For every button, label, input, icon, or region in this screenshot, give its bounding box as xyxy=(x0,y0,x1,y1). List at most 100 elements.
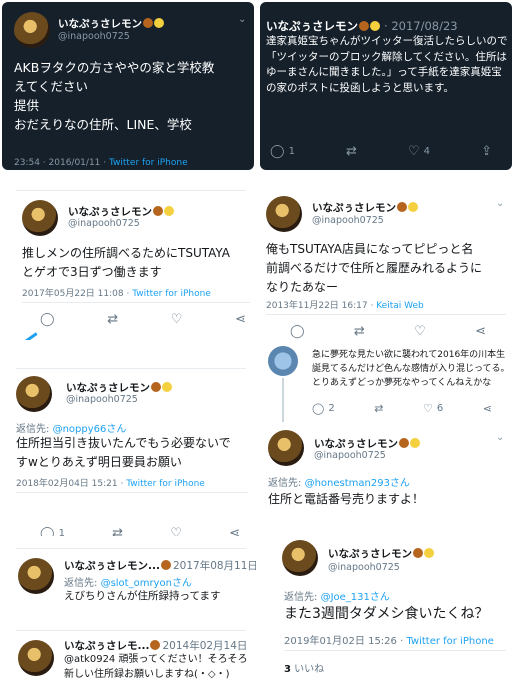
like-button[interactable]: ♡ xyxy=(170,526,182,536)
avatar[interactable] xyxy=(14,12,50,48)
chevron-down-icon[interactable]: ⌄ xyxy=(496,198,504,209)
reply-button[interactable]: ◯ 1 xyxy=(40,526,65,536)
action-bar: ◯ 1 ⇄ ♡ 4 ⇪ xyxy=(270,144,492,159)
share-icon: ⋖ xyxy=(235,312,246,327)
display-name[interactable]: いなぷぅさレモン xyxy=(314,436,420,451)
tweet-text: また3週間タダメシ食いたくね？ xyxy=(284,606,489,622)
retweet-button[interactable]: ⇄ xyxy=(107,312,118,327)
tweet-card-4: いなぷぅさレモン @inapooh0725 ⌄ 俺もTSUTAYA店員になってピ… xyxy=(260,186,512,346)
avatar[interactable] xyxy=(18,558,54,594)
bear-emoji-icon xyxy=(359,21,369,31)
tweet-card-5: 急に夢死な見たい欲に襲われて2016年の川本生 誕見てるんだけど色んな感情が入り… xyxy=(260,346,512,422)
user-handle[interactable]: @inapooh0725 xyxy=(66,394,138,405)
display-name[interactable]: いなぷぅさレモン xyxy=(312,200,418,215)
heart-icon: ♡ xyxy=(414,324,426,339)
tweet-card-2: いなぷぅさレモン · 2017/08/23 達家真姫宝ちゃんがツイッター復活した… xyxy=(260,2,512,170)
divider xyxy=(22,302,250,303)
client-link[interactable]: Twitter for iPhone xyxy=(109,158,188,168)
avatar[interactable] xyxy=(266,196,302,232)
client-link[interactable]: Twitter for iPhone xyxy=(406,636,493,647)
display-name[interactable]: いなぷぅさレモン xyxy=(58,16,164,31)
reply-handle-link[interactable]: @Joe_131さん xyxy=(321,592,390,603)
heart-icon: ♡ xyxy=(170,526,182,536)
tweet-text: 達家真姫宝ちゃんがツイッター復活したらしいので 「ツイッターのブロック解除してく… xyxy=(266,35,508,94)
reply-to: 返信先: @Joe_131さん xyxy=(284,592,390,603)
like-button[interactable]: ♡ xyxy=(414,324,426,339)
share-button[interactable]: ⇪ xyxy=(481,144,492,159)
display-name[interactable]: いなぷぅさレモン xyxy=(68,204,174,219)
share-icon: ⇪ xyxy=(481,144,492,159)
like-count[interactable]: 3 いいね xyxy=(284,660,324,675)
lemon-emoji-icon xyxy=(370,21,380,31)
bear-emoji-icon xyxy=(399,438,409,448)
user-handle[interactable]: @inapooh0725 xyxy=(68,218,140,229)
tweet-timestamp: 23:54 · 2016/01/11 · Twitter for iPhone xyxy=(14,158,188,168)
avatar[interactable] xyxy=(16,376,52,412)
retweet-button[interactable]: ⇄ xyxy=(374,402,383,415)
tweet-timestamp: 2018年02月04日 15:21 · Twitter for iPhone xyxy=(16,479,205,489)
retweet-button[interactable]: ⇄ xyxy=(354,324,365,339)
retweet-button[interactable]: ⇄ xyxy=(346,144,357,159)
lemon-emoji-icon xyxy=(154,18,164,28)
share-button[interactable]: ⋖ xyxy=(229,526,240,536)
retweet-button[interactable]: ⇄ xyxy=(112,526,123,536)
avatar[interactable] xyxy=(268,430,304,466)
bear-emoji-icon xyxy=(160,560,171,570)
chevron-down-icon[interactable]: ⌄ xyxy=(238,14,246,25)
reply-icon: ◯ xyxy=(40,526,55,536)
like-button[interactable]: ♡ 4 xyxy=(408,144,430,159)
tweet-date: · 2017/08/23 xyxy=(384,19,458,33)
chevron-down-icon[interactable]: ⌄ xyxy=(496,432,504,443)
reply-button[interactable]: ◯ xyxy=(40,312,55,327)
display-name[interactable]: いなぷぅさレモン xyxy=(328,546,434,561)
share-button[interactable]: ⋖ xyxy=(235,312,246,327)
heart-icon: ♡ xyxy=(422,402,433,415)
like-button[interactable]: ♡ 6 xyxy=(423,402,443,415)
tweet-timestamp: 2019年01月02日 15:26 · Twitter for iPhone xyxy=(284,636,494,647)
user-handle[interactable]: @inapooh0725 xyxy=(58,31,130,42)
reply-icon: ◯ xyxy=(312,402,325,415)
lemon-emoji-icon xyxy=(162,382,172,392)
user-handle[interactable]: @inapooh0725 xyxy=(314,450,386,461)
reply-button[interactable]: ◯ 1 xyxy=(270,144,295,159)
share-button[interactable]: ⋖ xyxy=(483,402,492,415)
share-button[interactable]: ⋖ xyxy=(475,324,486,339)
tweet-text: 住所と電話番号売りますよ！ xyxy=(268,492,425,506)
client-link[interactable]: Twitter for iPhone xyxy=(132,289,211,299)
display-name[interactable]: いなぷぅさレモン... 2017年08月11日 xyxy=(64,558,256,573)
avatar[interactable] xyxy=(22,200,58,236)
divider xyxy=(16,630,246,631)
retweet-icon: ⇄ xyxy=(107,312,119,327)
divider xyxy=(16,548,246,549)
heart-icon: ♡ xyxy=(407,144,420,159)
client-link[interactable]: Keitai Web xyxy=(376,301,424,311)
display-name[interactable]: いなぷぅさレモン · 2017/08/23 xyxy=(266,18,458,34)
tweet-timestamp: 2013年11月22日 16:17 · Keitai Web xyxy=(266,301,424,311)
share-icon: ⋖ xyxy=(229,526,240,536)
tweet-text: 住所担当引き抜いたんでもう必要ないで すwとりあえず明日要員お願い xyxy=(16,436,231,469)
user-handle[interactable]: @inapooh0725 xyxy=(312,215,384,226)
tweet-card-7: いなぷぅさレモン @inapooh0725 ⌄ 返信先: @honestman2… xyxy=(260,424,512,518)
lemon-emoji-icon xyxy=(164,206,174,216)
tweet-card-3: いなぷぅさレモン @inapooh0725 推しメンの住所調べるためにTSUTA… xyxy=(6,190,256,340)
display-name[interactable]: いなぷぅさレモ... 2014年02月14日 xyxy=(64,638,247,653)
avatar[interactable] xyxy=(268,346,298,376)
reply-handle-link[interactable]: @honestman293さん xyxy=(305,478,410,489)
bear-emoji-icon xyxy=(150,640,161,650)
lemon-emoji-icon xyxy=(424,548,434,558)
avatar[interactable] xyxy=(18,640,54,676)
share-icon: ⋖ xyxy=(482,402,492,415)
reply-button[interactable]: ◯ 2 xyxy=(312,402,335,415)
like-button[interactable]: ♡ xyxy=(171,312,183,327)
user-handle[interactable]: @inapooh0725 xyxy=(328,562,400,573)
action-bar: ◯ ⇄ ♡ ⋖ xyxy=(290,324,486,339)
tweet-date: 2017年08月11日 xyxy=(172,560,256,572)
avatar[interactable] xyxy=(282,540,318,576)
divider xyxy=(16,492,248,493)
lemon-emoji-icon xyxy=(408,202,418,212)
reply-button[interactable]: ◯ xyxy=(290,324,305,339)
bear-emoji-icon xyxy=(143,18,153,28)
display-name[interactable]: いなぷぅさレモン xyxy=(66,380,172,395)
client-link[interactable]: Twitter for iPhone xyxy=(126,479,205,489)
reply-icon: ◯ xyxy=(40,312,55,327)
